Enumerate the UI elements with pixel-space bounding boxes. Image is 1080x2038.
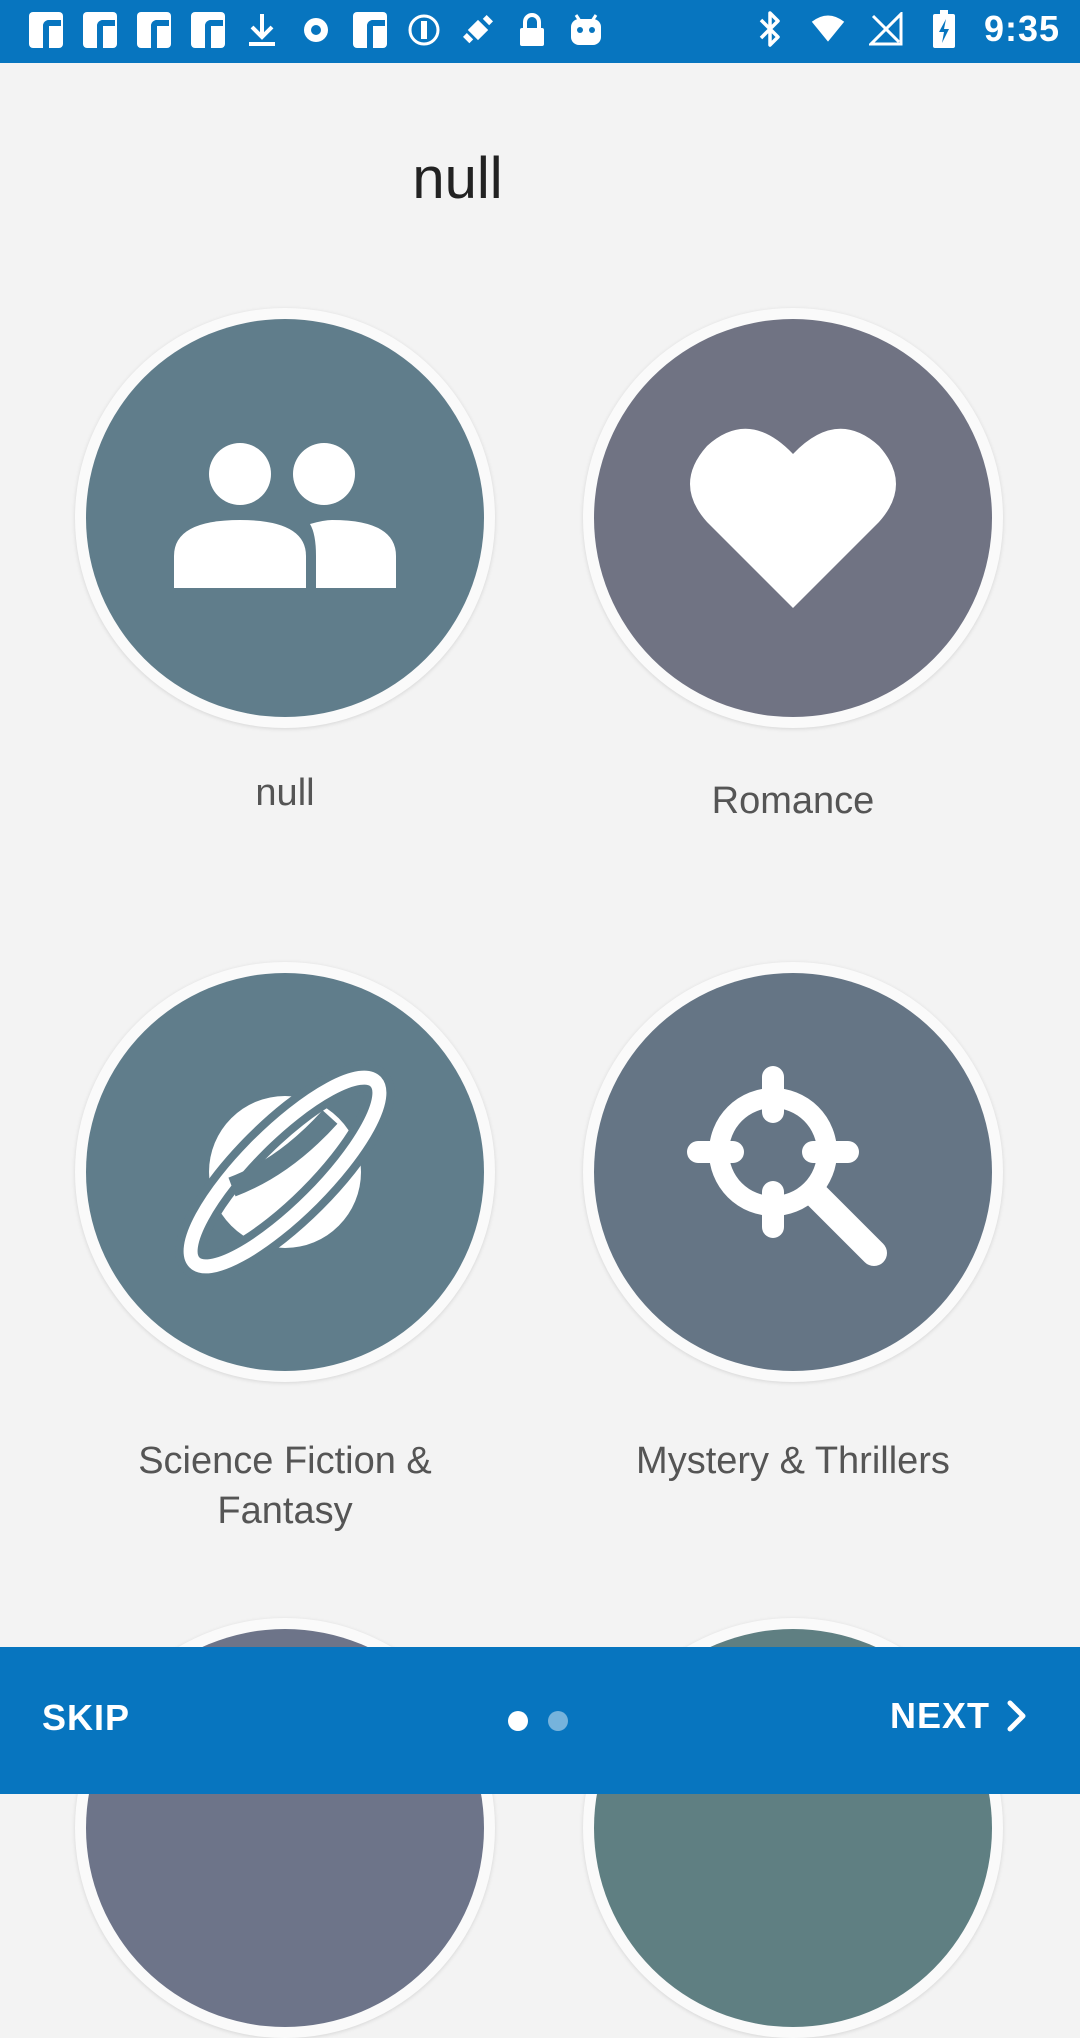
lock-icon xyxy=(514,10,550,50)
category-tile[interactable]: null xyxy=(70,308,500,818)
category-icon-background xyxy=(86,973,484,1371)
category-icon-background xyxy=(594,973,992,1371)
next-label: NEXT xyxy=(889,1695,990,1736)
category-tile[interactable]: Mystery & Thrillers xyxy=(578,962,1008,1486)
group-icon xyxy=(174,443,396,588)
planet-icon xyxy=(175,1062,395,1282)
magnifier-crosshair-icon xyxy=(687,1066,887,1266)
category-circle[interactable] xyxy=(583,308,1003,728)
page-title: null xyxy=(412,146,503,211)
record-icon xyxy=(298,10,334,50)
android-icon xyxy=(568,10,604,50)
facebook-icon xyxy=(28,10,64,54)
system-icons: 9:35 xyxy=(752,8,1060,50)
bluetooth-icon xyxy=(752,9,788,49)
category-circle[interactable] xyxy=(75,308,495,728)
category-tile[interactable]: Romance xyxy=(578,308,1008,826)
category-label: null xyxy=(255,772,315,814)
page-dot-active[interactable] xyxy=(508,1711,528,1731)
no-signal-icon xyxy=(868,9,904,49)
chevron-right-icon xyxy=(1007,1700,1026,1732)
page-indicator xyxy=(508,1711,568,1731)
facebook-icon xyxy=(82,10,118,54)
wifi-icon xyxy=(810,9,846,49)
category-circle[interactable] xyxy=(583,962,1003,1382)
facebook-icon xyxy=(190,10,226,54)
bottom-navigation-bar: SKIP NEXT xyxy=(0,1647,1080,1794)
category-icon-background xyxy=(594,319,992,717)
info-circle-icon xyxy=(406,10,442,50)
page-dot[interactable] xyxy=(548,1711,568,1731)
facebook-icon xyxy=(136,10,172,54)
fake-gps-icon xyxy=(460,10,496,50)
category-icon-background xyxy=(86,319,484,717)
skip-button[interactable]: SKIP xyxy=(42,1697,130,1739)
next-button[interactable]: NEXT xyxy=(890,1695,1028,1737)
notification-icons xyxy=(28,10,604,54)
category-label: Mystery & Thrillers xyxy=(636,1440,950,1482)
category-circle[interactable] xyxy=(75,962,495,1382)
category-tile[interactable]: Science Fiction & Fantasy xyxy=(70,962,500,1536)
download-icon xyxy=(244,10,280,50)
clock: 9:35 xyxy=(983,8,1060,49)
status-bar: 9:35 xyxy=(0,0,1080,63)
category-label: Science Fiction & Fantasy xyxy=(138,1440,432,1532)
battery-charging-icon xyxy=(926,9,962,49)
category-label: Romance xyxy=(711,780,875,822)
heart-icon xyxy=(690,428,896,608)
facebook-icon xyxy=(352,10,388,54)
